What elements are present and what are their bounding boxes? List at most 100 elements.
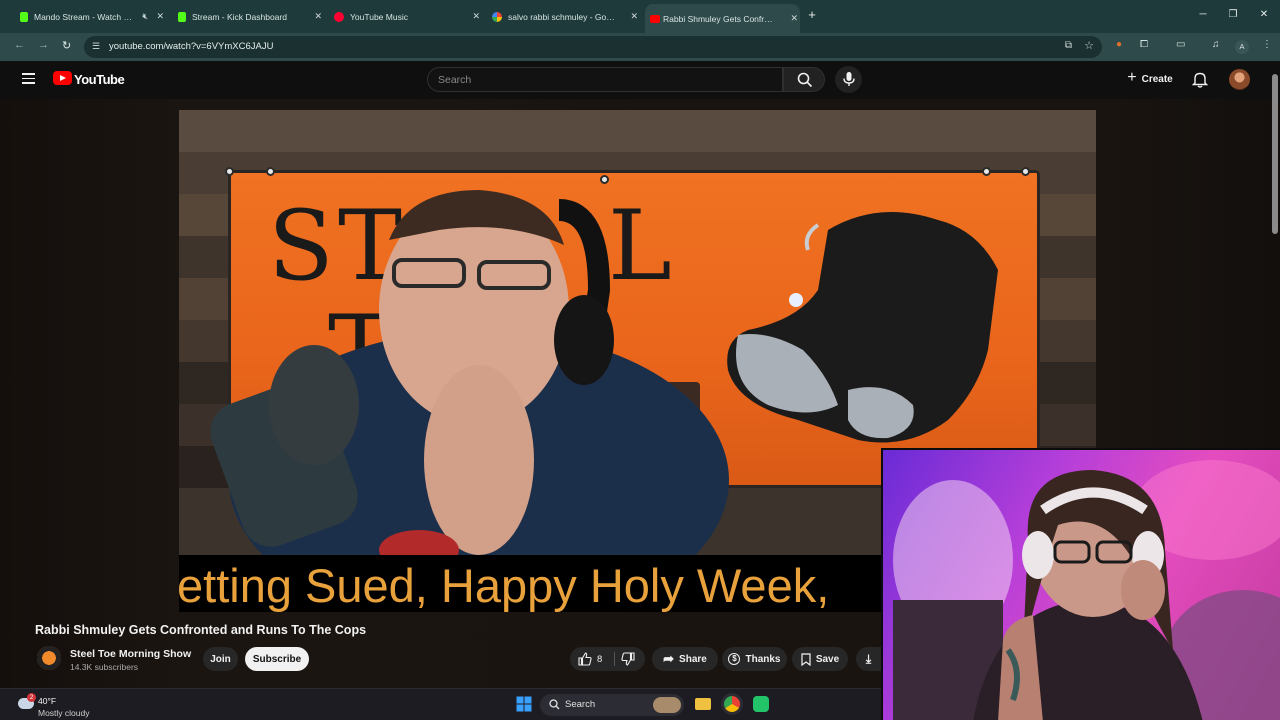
menu-icon[interactable] bbox=[22, 73, 35, 84]
minimize-icon[interactable]: ─ bbox=[1196, 9, 1210, 20]
sign-bolt bbox=[982, 167, 991, 176]
thanks-label: Thanks bbox=[745, 653, 781, 665]
save-button[interactable]: Save bbox=[792, 647, 848, 671]
tab-label: Stream - Kick Dashboard bbox=[192, 11, 287, 22]
create-label: Create bbox=[1141, 73, 1173, 85]
download-button[interactable]: ⤓ bbox=[856, 647, 881, 671]
notifications-bell-icon[interactable] bbox=[1192, 71, 1208, 88]
like-separator bbox=[614, 652, 615, 666]
forward-icon[interactable]: → bbox=[38, 39, 49, 51]
browser-toolbar: ← → ↻ ☰ youtube.com/watch?v=6VYmXC6JAJU … bbox=[0, 33, 1280, 61]
search-input[interactable]: Search bbox=[427, 67, 783, 92]
weather-temperature: 40°F bbox=[38, 696, 57, 706]
close-window-icon[interactable]: ✕ bbox=[1257, 9, 1271, 20]
share-button[interactable]: ➦ Share bbox=[652, 647, 718, 671]
install-app-icon[interactable]: ⧉ bbox=[1065, 40, 1072, 51]
youtube-music-icon bbox=[334, 11, 344, 22]
new-tab-button[interactable]: + bbox=[805, 7, 819, 22]
taskbar-search-input[interactable]: Search bbox=[540, 694, 684, 716]
microphone-icon bbox=[843, 72, 855, 86]
app-taskbar-icon[interactable] bbox=[753, 696, 769, 712]
webcam-overlay bbox=[881, 448, 1280, 720]
bookmark-icon bbox=[801, 652, 811, 666]
youtube-logo-text[interactable]: YouTube bbox=[74, 72, 125, 87]
subscribe-button[interactable]: Subscribe bbox=[245, 647, 309, 671]
google-icon bbox=[492, 11, 502, 22]
search-button[interactable] bbox=[783, 67, 825, 92]
save-label: Save bbox=[815, 653, 840, 665]
youtube-header: YouTube Search + Create bbox=[0, 61, 1280, 99]
close-tab-icon[interactable]: ✕ bbox=[472, 11, 480, 22]
close-tab-icon[interactable]: ✕ bbox=[314, 11, 322, 22]
download-icon: ⤓ bbox=[865, 651, 872, 666]
streamer-webcam-graphic bbox=[893, 460, 1280, 720]
windows-start-icon[interactable] bbox=[516, 696, 532, 712]
notification-badge: 2 bbox=[27, 693, 36, 702]
join-button[interactable]: Join bbox=[203, 647, 238, 671]
address-bar[interactable]: ☰ youtube.com/watch?v=6VYmXC6JAJU ⧉ ☆ bbox=[84, 36, 1102, 58]
muted-speaker-icon[interactable]: 🔇︎ bbox=[142, 11, 148, 22]
media-controls-icon[interactable]: ♫ bbox=[1212, 39, 1220, 50]
thumbs-up-icon[interactable] bbox=[578, 652, 592, 666]
account-avatar[interactable] bbox=[1229, 69, 1250, 90]
like-dislike-group[interactable]: 8 bbox=[570, 647, 645, 671]
chrome-menu-icon[interactable]: ⋮ bbox=[1262, 39, 1272, 50]
search-icon bbox=[549, 699, 560, 710]
extension-icon[interactable]: ● bbox=[1116, 39, 1122, 50]
create-button[interactable]: + Create bbox=[1120, 67, 1180, 91]
like-count: 8 bbox=[597, 653, 603, 665]
close-tab-icon[interactable]: ✕ bbox=[630, 11, 638, 22]
tab-mando-stream[interactable]: Mando Stream - Watch Live 🔇︎ ✕ bbox=[16, 6, 166, 27]
subscribe-label: Subscribe bbox=[252, 653, 302, 665]
plus-icon: + bbox=[1127, 69, 1137, 86]
url-text[interactable]: youtube.com/watch?v=6VYmXC6JAJU bbox=[109, 41, 273, 52]
close-tab-icon[interactable]: ✕ bbox=[156, 11, 164, 22]
page-scrollbar[interactable] bbox=[1269, 64, 1280, 454]
host-person-graphic bbox=[210, 190, 729, 570]
tab-active-video[interactable]: Rabbi Shmuley Gets Confronted ✕ bbox=[645, 4, 800, 33]
youtube-icon bbox=[650, 15, 660, 23]
browser-tab-strip: Mando Stream - Watch Live 🔇︎ ✕ Stream - … bbox=[0, 0, 1280, 33]
super-thanks-icon: $ bbox=[728, 653, 741, 665]
close-tab-icon[interactable]: ✕ bbox=[790, 13, 798, 24]
channel-avatar[interactable] bbox=[37, 646, 61, 670]
channel-name[interactable]: Steel Toe Morning Show bbox=[70, 648, 191, 660]
search-placeholder: Search bbox=[438, 74, 472, 86]
thanks-button[interactable]: $ Thanks bbox=[722, 647, 787, 671]
tab-google-search[interactable]: salvo rabbi schmuley - Google Search ✕ bbox=[490, 6, 640, 27]
thumbs-down-icon[interactable] bbox=[621, 652, 635, 666]
search-icon bbox=[797, 72, 813, 88]
tab-label: Rabbi Shmuley Gets Confronted bbox=[663, 13, 775, 24]
weather-condition: Mostly cloudy bbox=[38, 708, 90, 718]
sign-bolt bbox=[1021, 167, 1030, 176]
file-explorer-icon[interactable] bbox=[695, 698, 711, 710]
search-highlight-icon bbox=[653, 697, 681, 713]
taskbar-search-placeholder: Search bbox=[565, 699, 596, 710]
windows-taskbar: 2 40°F Mostly cloudy Search bbox=[0, 688, 881, 720]
reload-icon[interactable]: ↻ bbox=[62, 39, 71, 52]
chrome-taskbar-icon[interactable] bbox=[724, 696, 740, 712]
share-icon: ➦ bbox=[663, 651, 675, 666]
split-view-icon[interactable]: ▭ bbox=[1176, 39, 1185, 50]
video-caption-text: etting Sued, Happy Holy Week, bbox=[179, 559, 830, 612]
tab-kick-dashboard[interactable]: Stream - Kick Dashboard ✕ bbox=[174, 6, 324, 27]
subscriber-count: 14.3K subscribers bbox=[70, 662, 139, 672]
scrollbar-thumb[interactable] bbox=[1272, 74, 1278, 234]
tab-label: salvo rabbi schmuley - Google Search bbox=[508, 11, 616, 22]
tab-label: Mando Stream - Watch Live bbox=[34, 11, 132, 22]
youtube-logo-icon[interactable] bbox=[53, 71, 72, 85]
tab-youtube-music[interactable]: YouTube Music ✕ bbox=[332, 6, 482, 27]
restore-icon[interactable]: ❐ bbox=[1226, 9, 1240, 20]
video-caption-band: etting Sued, Happy Holy Week, bbox=[179, 555, 881, 612]
extensions-puzzle-icon[interactable]: ⧠ bbox=[1140, 39, 1148, 50]
video-title: Rabbi Shmuley Gets Confronted and Runs T… bbox=[35, 623, 367, 637]
bookmark-star-icon[interactable]: ☆ bbox=[1084, 39, 1094, 52]
steel-toe-boot-graphic bbox=[727, 212, 998, 443]
kick-icon bbox=[178, 11, 186, 22]
voice-search-button[interactable] bbox=[835, 66, 862, 93]
tab-label: YouTube Music bbox=[350, 11, 408, 22]
back-icon[interactable]: ← bbox=[14, 39, 25, 51]
profile-avatar[interactable]: A bbox=[1235, 40, 1249, 54]
site-info-icon[interactable]: ☰ bbox=[92, 41, 100, 52]
wall-plank bbox=[179, 110, 1096, 152]
